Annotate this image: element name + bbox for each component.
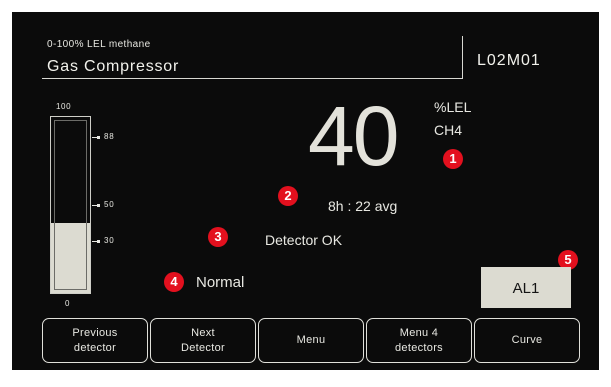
curve-button[interactable]: Curve	[474, 318, 580, 363]
level-gauge	[50, 116, 91, 294]
gauge-max-label: 100	[56, 102, 72, 111]
header-vertical-divider	[462, 36, 463, 79]
next-detector-button[interactable]: Next Detector	[150, 318, 256, 363]
gauge-tick-marker	[97, 240, 100, 243]
gauge-tick-label: 30	[104, 236, 115, 245]
gauge-tick-marker	[97, 136, 100, 139]
average-reading: 8h : 22 avg	[328, 198, 398, 214]
detector-status: Detector OK	[265, 232, 343, 248]
callout-1-badge: 1	[443, 149, 463, 169]
detector-screen: 0-100% LEL methane Gas Compressor L02M01…	[12, 12, 599, 370]
gas-type: CH4	[434, 122, 463, 138]
header-divider	[42, 78, 462, 79]
gauge-tick-label: 50	[104, 200, 115, 209]
gauge-tick-marker	[97, 204, 100, 207]
gas-reading-value: 40	[308, 89, 399, 183]
reading-unit: %LEL	[434, 99, 472, 115]
detector-name: Gas Compressor	[47, 58, 180, 75]
operating-mode: Normal	[196, 274, 245, 291]
previous-detector-button[interactable]: Previous detector	[42, 318, 148, 363]
alarm-level-indicator: AL1	[481, 267, 571, 308]
menu-button[interactable]: Menu	[258, 318, 364, 363]
callout-2-badge: 2	[278, 186, 298, 206]
gauge-min-label: 0	[65, 299, 71, 308]
function-button-bar: Previous detector Next Detector Menu Men…	[42, 318, 580, 363]
detector-code: L02M01	[477, 52, 541, 69]
callout-4-badge: 4	[164, 272, 184, 292]
measurement-range: 0-100% LEL methane	[47, 39, 151, 50]
gauge-tick-label: 88	[104, 132, 115, 141]
menu-4-detectors-button[interactable]: Menu 4 detectors	[366, 318, 472, 363]
callout-3-badge: 3	[208, 227, 228, 247]
gauge-fill	[51, 222, 90, 293]
